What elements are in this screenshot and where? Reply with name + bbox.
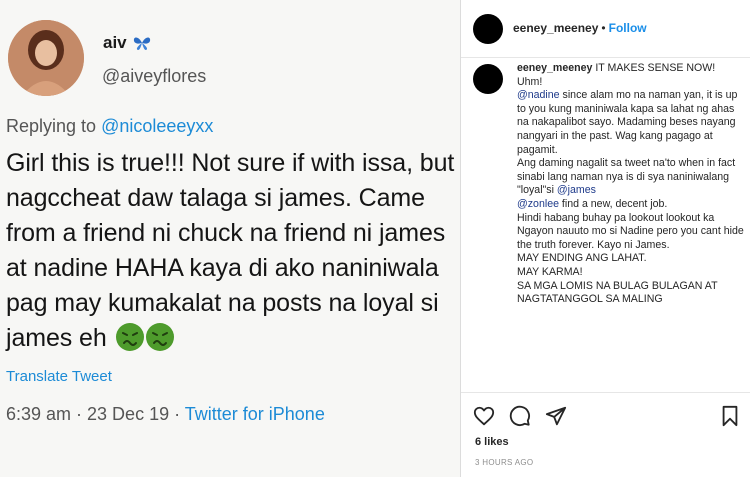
tweet-timestamp[interactable]: 6:39 am · 23 Dec 19 · (6, 404, 185, 424)
nauseated-face-icon (115, 323, 144, 351)
mention-zonlee-link[interactable]: @zonlee (517, 198, 559, 210)
comment-icon[interactable] (509, 405, 531, 427)
comment-avatar[interactable] (473, 64, 503, 94)
tweet-body-text: Girl this is true!!! Not sure if with is… (6, 149, 455, 352)
post-timestamp[interactable]: 3 HOURS AGO (475, 458, 533, 467)
replying-to-handle-link[interactable]: @nicoleeeyxx (101, 116, 213, 136)
tweet-body: Girl this is true!!! Not sure if with is… (6, 146, 458, 356)
tweet-meta: 6:39 am · 23 Dec 19 · Twitter for iPhone (6, 404, 325, 425)
caption-line-7: SA MGA LOMIS NA BULAG BULAGAN AT NAGTATA… (517, 279, 718, 306)
butterfly-icon (133, 35, 151, 51)
post-header: eeney_meeney • Follow (461, 0, 750, 58)
tweet-handle[interactable]: @aiveyflores (102, 66, 206, 87)
heart-icon[interactable] (473, 405, 495, 427)
caption-text: Ang daming nagalit sa tweet na'to when i… (517, 157, 736, 197)
replying-to: Replying to @nicoleeeyxx (6, 116, 213, 137)
share-icon[interactable] (545, 405, 567, 427)
caption-paragraph-1: @nadine since alam mo na naman yan, it i… (517, 89, 749, 157)
instagram-post-panel: eeney_meeney • Follow eeney_meeney IT MAKE… (460, 0, 750, 477)
nauseated-face-icon (145, 323, 174, 351)
avatar[interactable] (473, 14, 503, 44)
caption-paragraph-2: Ang daming nagalit sa tweet na'to when i… (517, 157, 749, 211)
caption-text: find a new, decent job. (558, 197, 668, 210)
caption-line-3: Hindi habang buhay pa lookout lookout ka (517, 211, 715, 224)
follow-button[interactable]: Follow (609, 21, 647, 35)
caption-line-4: Ngayon nauuto mo si Nadine pero you cant… (517, 225, 744, 251)
caption-line-5: MAY ENDING ANG LAHAT. (517, 252, 647, 265)
mention-nadine-link[interactable]: @nadine (517, 89, 560, 101)
bookmark-icon[interactable] (719, 405, 741, 427)
post-header-text: eeney_meeney • Follow (513, 21, 647, 35)
tweet-source-link[interactable]: Twitter for iPhone (185, 404, 325, 424)
caption-line-1: eeney_meeney IT MAKES SENSE NOW! (517, 62, 749, 76)
replying-to-prefix: Replying to (6, 116, 102, 136)
tweet-screenshot: aiv @aiveyflores Replying to @nicoleeeyx… (0, 0, 460, 477)
caption-line-6: MAY KARMA! (517, 265, 583, 278)
caption-username[interactable]: eeney_meeney (517, 62, 592, 74)
tweet-avatar[interactable] (8, 20, 84, 96)
caption-text: IT MAKES SENSE NOW! (592, 62, 716, 74)
tweet-display-name[interactable]: aiv (103, 33, 151, 53)
mention-james-link[interactable]: @james (557, 184, 596, 196)
post-caption: eeney_meeney IT MAKES SENSE NOW! Uhm! @n… (517, 62, 749, 307)
display-name-text: aiv (103, 33, 127, 52)
separator-dot: • (601, 21, 606, 35)
post-actions: 6 likes 3 HOURS AGO (461, 392, 750, 477)
likes-count[interactable]: 6 likes (475, 436, 509, 448)
post-username[interactable]: eeney_meeney (513, 21, 598, 35)
translate-tweet-link[interactable]: Translate Tweet (6, 368, 112, 385)
caption-line-2: Uhm! (517, 75, 543, 88)
